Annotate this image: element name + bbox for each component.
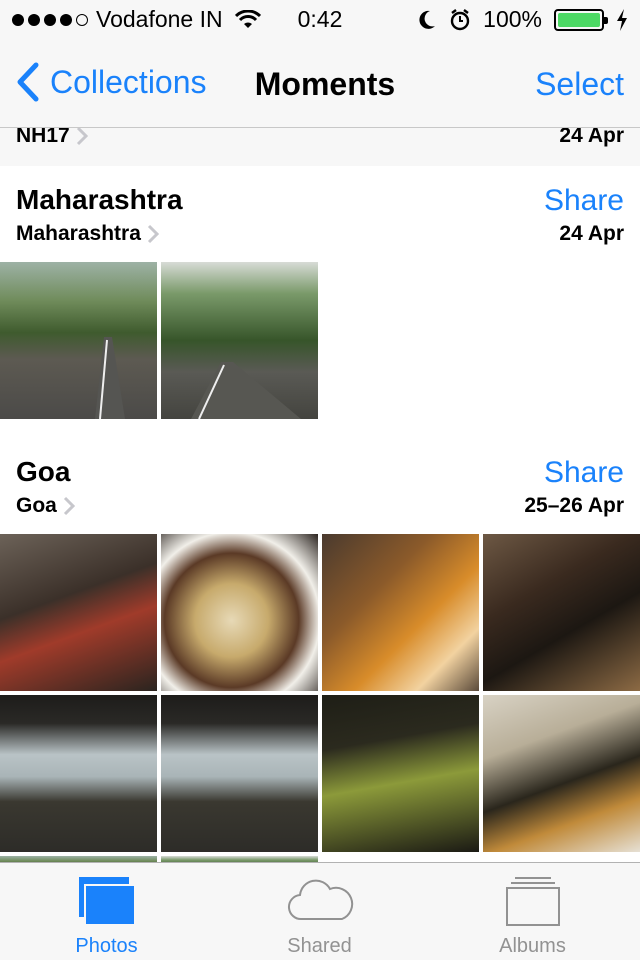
chevron-right-icon — [147, 224, 159, 244]
previous-moment-header[interactable]: NH17 24 Apr — [0, 128, 640, 166]
moment-location: Maharashtra — [16, 222, 141, 245]
alarm-icon — [450, 8, 470, 30]
moment-date: 25–26 Apr — [524, 494, 624, 517]
status-right-group: 100% — [417, 6, 628, 33]
tab-shared[interactable]: Shared — [213, 863, 426, 960]
photo-thumbnail[interactable] — [483, 695, 640, 852]
tab-photos[interactable]: Photos — [0, 863, 213, 960]
chevron-left-icon — [17, 62, 39, 102]
share-button[interactable]: Share — [544, 184, 624, 218]
moon-icon — [419, 10, 436, 29]
photo-thumbnail[interactable] — [0, 695, 157, 852]
tab-photos-label: Photos — [75, 935, 138, 957]
moment-section-goa: Goa Share Goa 25–26 Apr — [0, 438, 640, 862]
navigation-bar: Collections Moments Select — [0, 40, 640, 128]
status-bar: Vodafone IN 0:42 100% — [0, 0, 640, 40]
photo-thumbnail[interactable] — [322, 695, 479, 852]
charging-icon — [617, 8, 627, 31]
moment-date: 24 Apr — [559, 222, 624, 245]
moment-location: Goa — [16, 494, 57, 517]
previous-moment-location: NH17 — [16, 128, 70, 147]
tab-albums[interactable]: Albums — [426, 863, 639, 960]
photo-thumbnail[interactable] — [0, 534, 157, 691]
photo-thumbnail[interactable] — [161, 262, 318, 419]
select-button[interactable]: Select — [535, 66, 624, 103]
back-button[interactable]: Collections — [14, 62, 207, 102]
tab-bar: Photos Shared Albums — [0, 862, 640, 960]
chevron-right-icon — [76, 128, 88, 146]
share-button[interactable]: Share — [544, 456, 624, 490]
moment-location-link[interactable]: Goa — [16, 494, 75, 518]
tab-albums-label: Albums — [499, 935, 566, 957]
photos-icon — [78, 877, 136, 926]
page-title: Moments — [254, 66, 396, 102]
moment-section-maharashtra: Maharashtra Share Maharashtra 24 Apr — [0, 166, 640, 428]
photo-thumbnail[interactable] — [161, 695, 318, 852]
cloud-icon — [287, 879, 353, 921]
moments-list[interactable]: NH17 24 Apr Maharashtra Share Maharashtr… — [0, 128, 640, 862]
photo-thumbnail[interactable] — [322, 534, 479, 691]
albums-icon — [505, 877, 560, 926]
photo-thumbnail[interactable] — [161, 534, 318, 691]
tab-shared-label: Shared — [287, 935, 352, 957]
moment-title[interactable]: Maharashtra — [16, 184, 183, 216]
moment-title[interactable]: Goa — [16, 456, 70, 488]
battery-percent: 100% — [483, 6, 542, 32]
battery-icon — [554, 8, 608, 31]
photo-thumbnail[interactable] — [483, 534, 640, 691]
moment-location-link[interactable]: Maharashtra — [16, 222, 159, 246]
chevron-right-icon — [63, 496, 75, 516]
back-button-label: Collections — [50, 63, 207, 100]
previous-moment-date: 24 Apr — [559, 128, 624, 147]
photo-thumbnail[interactable] — [0, 262, 157, 419]
